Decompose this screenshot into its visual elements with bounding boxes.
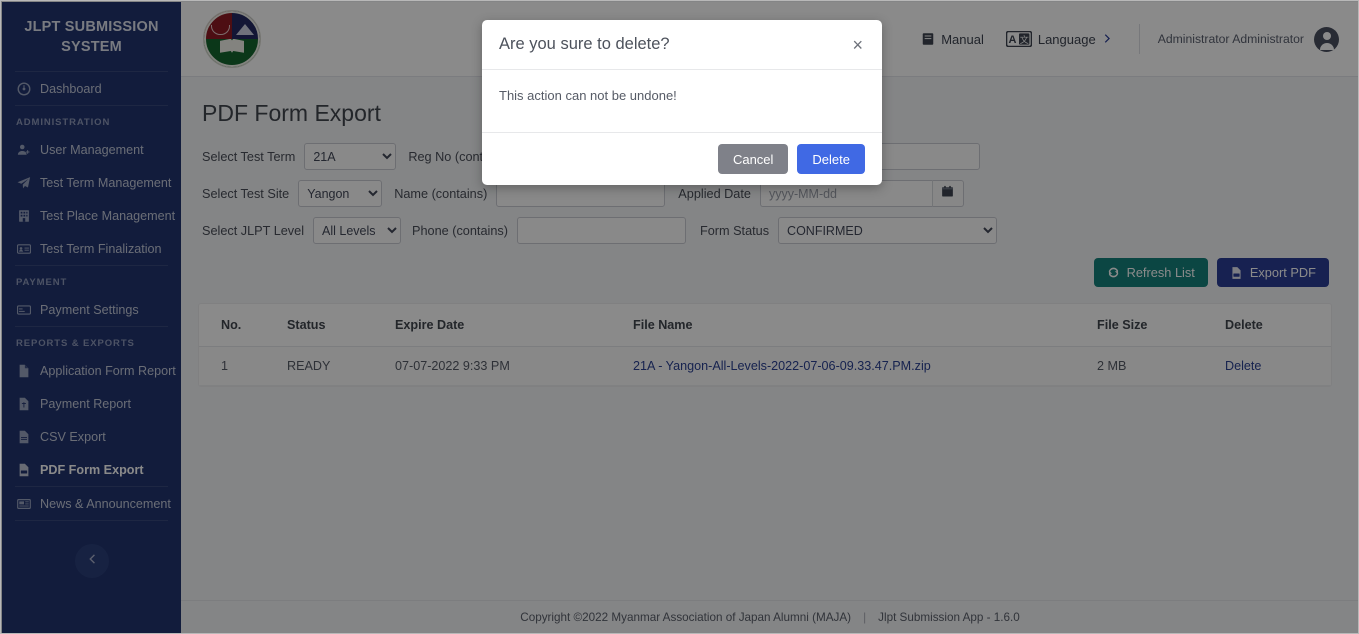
dialog-body: This action can not be undone! [482, 70, 882, 133]
delete-button[interactable]: Delete [797, 144, 865, 174]
delete-confirm-dialog: Are you sure to delete? × This action ca… [482, 20, 882, 185]
close-icon[interactable]: × [850, 36, 865, 54]
dialog-header: Are you sure to delete? × [482, 20, 882, 70]
dialog-title: Are you sure to delete? [499, 35, 670, 53]
cancel-button[interactable]: Cancel [717, 144, 789, 174]
dialog-footer: Cancel Delete [482, 133, 882, 185]
app-window: JLPT SUBMISSION SYSTEM Dashboard ADMINIS… [0, 0, 1359, 634]
